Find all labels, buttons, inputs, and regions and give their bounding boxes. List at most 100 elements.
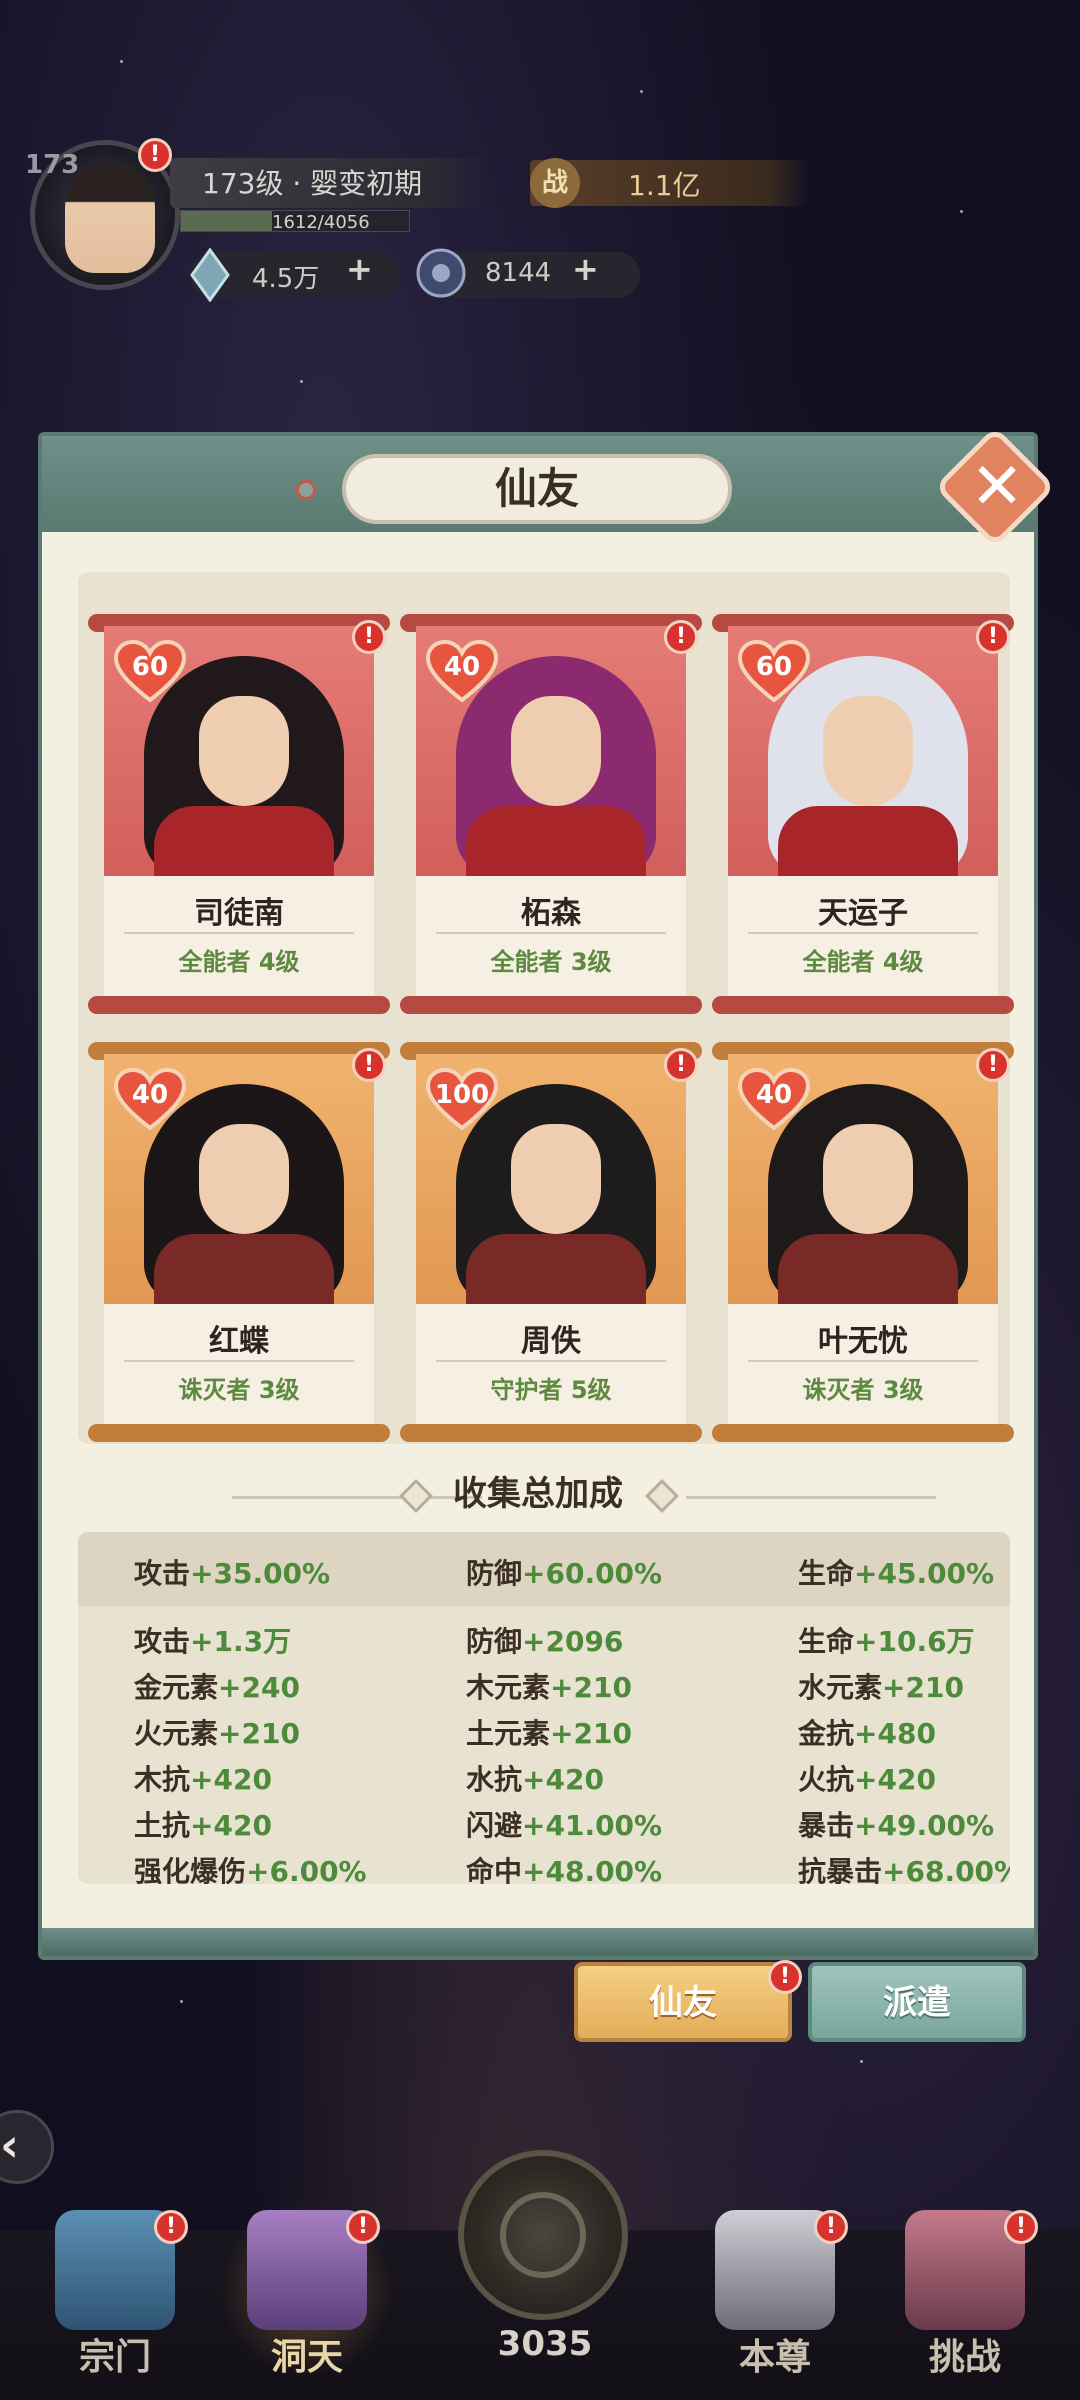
modal-title: 仙友 [342,454,732,524]
card-alert-badge: ! [664,620,698,654]
star [120,60,123,63]
player-hud: 173 ! 173级 · 婴变初期 1612/4056 战 1.1亿 4.5万 … [20,138,1060,320]
stat-value: +420 [522,1763,604,1796]
tab-dispatch[interactable]: 派遣 [808,1962,1026,2042]
nav-label-challenge: 挑战 [928,2337,1001,2378]
affinity-value: 40 [443,652,481,682]
friend-card[interactable]: 周佚 守护者 5级 100 ! [400,1042,702,1442]
stat-value: +210 [882,1671,964,1704]
card-divider [436,932,666,934]
stat-value: +35.00% [190,1557,331,1590]
close-icon[interactable]: ✕ [960,450,1034,524]
card-frame: 周佚 守护者 5级 100 [416,1054,686,1430]
stat-key: 火抗 [798,1763,855,1796]
card-divider [748,932,978,934]
friend-card[interactable]: 红蝶 诛灭者 3级 40 ! [88,1042,390,1442]
stat-item: 抗暴击+68.00% [798,1850,1010,1884]
power-icon: 战 [530,158,580,208]
stat-item: 火抗+420 [798,1758,936,1798]
jade-icon [416,248,466,298]
scroll-rod-bottom [88,996,390,1014]
stat-item: 金元素+240 [134,1666,300,1706]
spirit-stone-plus-button[interactable]: + [346,250,373,288]
friend-name: 叶无忧 [818,1324,908,1359]
card-divider [748,1360,978,1362]
stat-key: 命中 [466,1855,523,1884]
card-alert-badge: ! [352,1048,386,1082]
nav-item-self[interactable]: 本尊 ! [690,2200,860,2400]
portrait-face [199,1124,289,1234]
stat-value: +41.00% [522,1809,663,1842]
stat-key: 木抗 [134,1763,191,1796]
stat-value: +420 [854,1763,936,1796]
stat-value: +210 [550,1671,632,1704]
affinity-value: 40 [755,1080,793,1110]
avatar-level: 173 [25,150,80,180]
stat-key: 水元素 [798,1671,883,1704]
scroll-rod-bottom [88,1424,390,1442]
stat-value: +68.00% [882,1855,1010,1884]
stat-key: 防御 [466,1625,523,1658]
friend-role-level: 诛灭者 3级 [802,1376,924,1404]
portrait-face [511,1124,601,1234]
title-knob-left [296,480,316,500]
card-frame: 天运子 全能者 4级 60 [728,626,998,1002]
nav-label-sect: 宗门 [78,2337,151,2378]
friend-card[interactable]: 叶无忧 诛灭者 3级 40 ! [712,1042,1014,1442]
friend-card[interactable]: 司徒南 全能者 4级 60 ! [88,614,390,1014]
card-divider [436,1360,666,1362]
stat-item: 生命+10.6万 [798,1620,975,1660]
stats-header-item: 攻击+35.00% [134,1552,330,1592]
stat-key: 生命 [798,1625,855,1658]
chevron-left-icon[interactable]: ‹ [0,2118,40,2174]
nav-item-challenge[interactable]: 挑战 ! [880,2200,1050,2400]
card-divider [124,1360,354,1362]
jade-plus-button[interactable]: + [572,250,599,288]
stat-value: +480 [854,1717,936,1750]
stat-key: 土抗 [134,1809,191,1842]
card-alert-badge: ! [352,620,386,654]
friend-role-level: 守护者 5级 [490,1376,612,1404]
friend-card-grid: 司徒南 全能者 4级 60 ! 柘森 全能者 3级 40 ! 天运子 全能者 4… [78,572,1014,1444]
stat-item: 强化爆伤+6.00% [134,1850,367,1884]
friend-role-level: 全能者 4级 [802,948,924,976]
friend-name: 柘森 [521,896,581,931]
stat-key: 攻击 [134,1557,191,1590]
card-alert-badge: ! [976,1048,1010,1082]
friends-modal: 仙友 ✕ 司徒南 全能者 4级 60 ! 柘森 全能者 3级 40 ! 天运子 … [38,426,1056,1960]
stat-key: 暴击 [798,1809,855,1842]
tab-friends-alert: ! [768,1960,802,1994]
card-alert-badge: ! [664,1048,698,1082]
scroll-rod-bottom [712,996,1014,1014]
stat-item: 木元素+210 [466,1666,632,1706]
collection-bonus-stats[interactable]: 攻击+35.00% 防御+60.00% 生命+45.00% 攻击+1.3万 防御+209… [78,1532,1010,1884]
modal-footer-band [42,1928,1034,1956]
stat-key: 金元素 [134,1671,219,1704]
exp-fill [181,211,272,231]
affinity-value: 100 [434,1080,490,1110]
nav-challenge-alert: ! [1004,2210,1038,2244]
stat-value: +420 [190,1763,272,1796]
stats-header-item: 防御+60.00% [466,1552,662,1592]
tab-friends[interactable]: 仙友 [574,1962,792,2042]
stat-item: 土元素+210 [466,1712,632,1752]
stat-item: 水抗+420 [466,1758,604,1798]
section-divider-right [686,1496,936,1499]
nav-item-cave[interactable]: 洞天 ! [222,2200,392,2400]
affinity-value: 60 [131,652,169,682]
affinity-value: 60 [755,652,793,682]
nav-label-self: 本尊 [738,2337,811,2378]
stat-item: 攻击+1.3万 [134,1620,291,1660]
nav-item-sect[interactable]: 宗门 ! [30,2200,200,2400]
stat-item: 金抗+480 [798,1712,936,1752]
portrait-face [511,696,601,806]
stat-value: +1.3万 [190,1625,292,1658]
stat-item: 闪避+41.00% [466,1804,662,1844]
friend-card[interactable]: 柘森 全能者 3级 40 ! [400,614,702,1014]
card-frame: 司徒南 全能者 4级 60 [104,626,374,1002]
friend-card[interactable]: 天运子 全能者 4级 60 ! [712,614,1014,1014]
stat-key: 防御 [466,1557,523,1590]
stat-key: 金抗 [798,1717,855,1750]
nav-sect-alert: ! [154,2210,188,2244]
compass-icon [500,2192,586,2278]
